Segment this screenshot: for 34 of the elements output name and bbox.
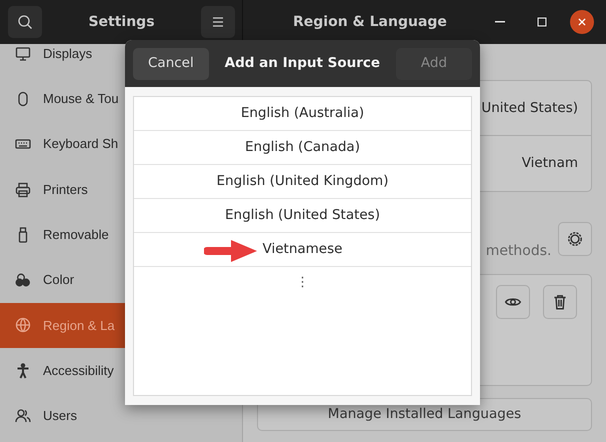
- row-value: United States): [481, 98, 578, 118]
- sidebar-item[interactable]: Users: [0, 393, 242, 439]
- globe-icon: [15, 317, 31, 334]
- sidebar-item[interactable]: Color: [0, 257, 242, 303]
- app-title: Settings: [88, 12, 155, 32]
- color-circles-icon: [15, 272, 31, 288]
- search-icon: [17, 14, 33, 30]
- settings-button[interactable]: [558, 222, 592, 256]
- person-icon: [15, 362, 31, 379]
- hint-text: methods.: [486, 242, 552, 261]
- pointer-arrow-drawing: [204, 239, 258, 263]
- language-item[interactable]: Vietnamese: [262, 239, 342, 260]
- users-icon: [15, 408, 31, 424]
- display-icon: [15, 46, 31, 62]
- language-item[interactable]: English (Australia): [240, 103, 364, 124]
- row-value: Vietnam: [522, 154, 578, 174]
- dialog-title: Add an Input Source: [224, 54, 380, 74]
- preview-button[interactable]: [496, 285, 530, 319]
- panel-title: Region & Language: [293, 12, 447, 32]
- language-item[interactable]: English (United States): [225, 205, 380, 226]
- sidebar-item[interactable]: Keyboard Sh: [0, 122, 242, 167]
- cancel-button[interactable]: Cancel: [133, 48, 209, 80]
- close-button[interactable]: [570, 10, 594, 34]
- language-item[interactable]: English (United Kingdom): [216, 171, 388, 192]
- printer-icon: [15, 182, 31, 198]
- language-item[interactable]: English (Canada): [245, 137, 360, 158]
- delete-button[interactable]: [543, 285, 577, 319]
- settings-icon: [566, 230, 584, 248]
- search-button[interactable]: [8, 6, 42, 38]
- menu-button[interactable]: [201, 6, 235, 38]
- more-indicator: ⋮: [296, 274, 309, 292]
- maximize-icon: [535, 15, 549, 29]
- sidebar-item[interactable]: Accessibility: [0, 348, 242, 394]
- minimize-icon: [495, 21, 505, 23]
